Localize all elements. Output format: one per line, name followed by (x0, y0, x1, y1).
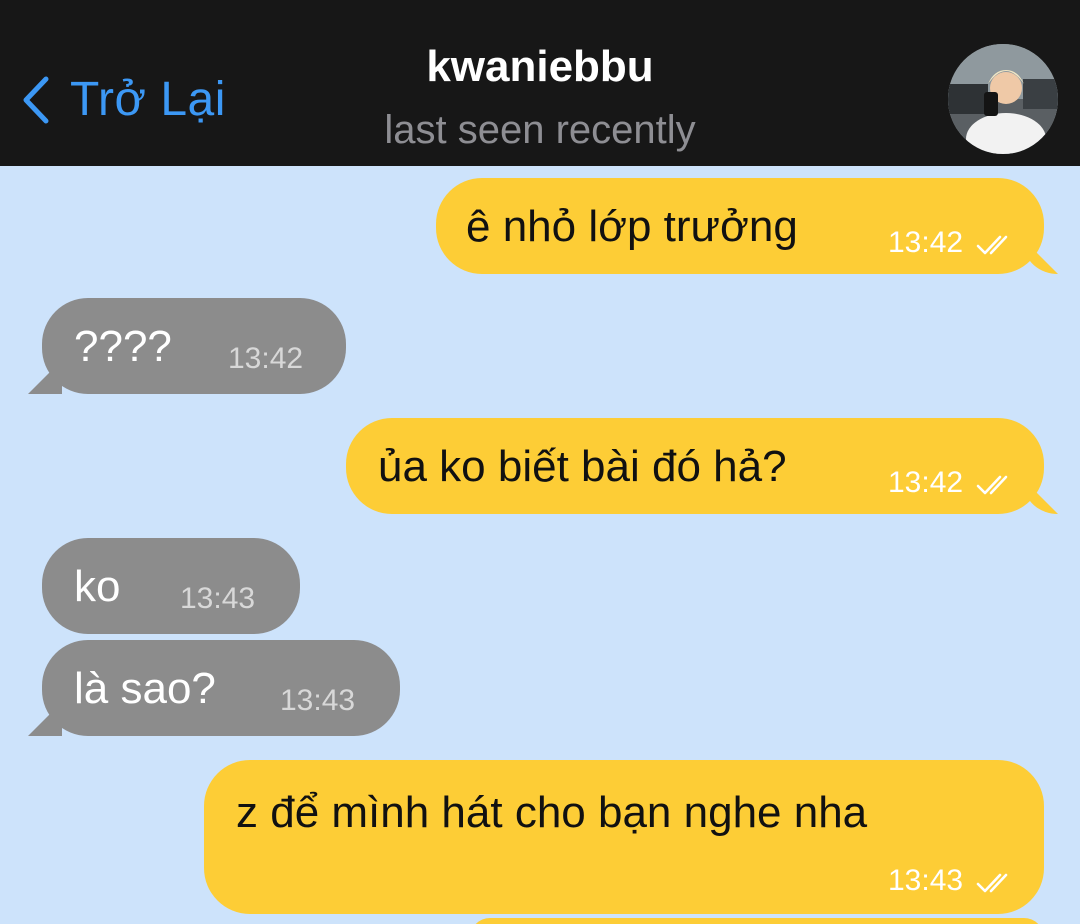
double-check-icon (976, 873, 1008, 893)
message-outgoing-partial[interactable] (470, 918, 1044, 924)
message-time: 13:42 (228, 342, 304, 375)
avatar[interactable] (948, 44, 1058, 154)
message-text: ko (74, 562, 121, 611)
last-seen-status: last seen recently (384, 108, 696, 152)
message-text: ê nhỏ lớp trưởng (466, 202, 798, 251)
message-incoming[interactable]: ko 13:43 (42, 538, 300, 634)
message-incoming[interactable]: ???? 13:42 (42, 298, 346, 394)
message-incoming[interactable]: là sao? 13:43 (42, 640, 400, 736)
contact-name[interactable]: kwaniebbu (0, 42, 1080, 92)
message-text: ủa ko biết bài đó hả? (378, 442, 787, 491)
chat-header: Trở Lại kwaniebbu last seen recently (0, 0, 1080, 166)
message-text: là sao? (74, 664, 216, 713)
double-check-icon (976, 235, 1008, 255)
message-text: ???? (74, 322, 172, 371)
message-time: 13:42 (888, 226, 964, 259)
message-time: 13:43 (280, 684, 356, 717)
message-outgoing[interactable]: ê nhỏ lớp trưởng 13:42 (436, 178, 1044, 274)
message-time: 13:43 (180, 582, 256, 615)
message-outgoing[interactable]: ủa ko biết bài đó hả? 13:42 (346, 418, 1044, 514)
double-check-icon (976, 475, 1008, 495)
message-list[interactable]: ê nhỏ lớp trưởng 13:42 ???? 13:42 ủa ko … (0, 166, 1080, 924)
message-time: 13:42 (888, 466, 964, 499)
message-text: z để mình hát cho bạn nghe nha (236, 788, 868, 837)
message-time: 13:43 (888, 864, 964, 897)
message-outgoing[interactable]: z để mình hát cho bạn nghe nha 13:43 (204, 760, 1044, 914)
